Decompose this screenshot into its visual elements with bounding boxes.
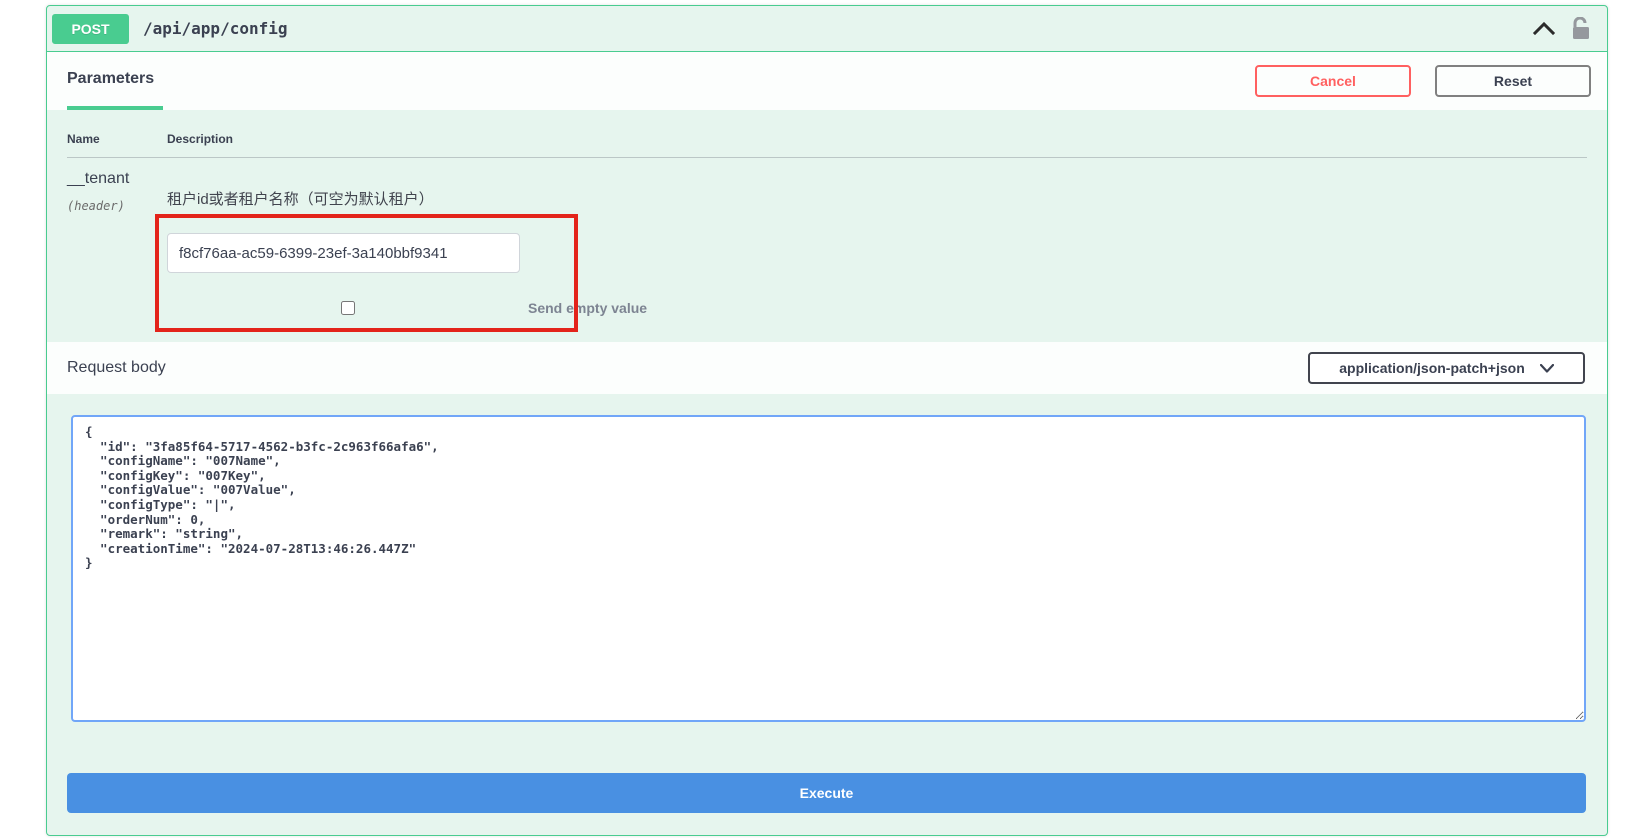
tab-parameters[interactable]: Parameters: [67, 52, 163, 110]
chevron-down-icon: [1540, 364, 1554, 373]
send-empty-value-label: Send empty value: [528, 300, 647, 316]
param-name: __tenant: [67, 170, 167, 188]
collapse-chevron-up-icon[interactable]: [1533, 22, 1555, 35]
request-body-title: Request body: [67, 359, 166, 377]
parameters-header: Parameters Cancel Reset: [47, 52, 1607, 110]
param-description: 租户id或者租户名称（可空为默认租户）: [167, 188, 1587, 209]
opblock-post-config: POST /api/app/config Parameter: [46, 5, 1608, 836]
content-type-select[interactable]: application/json-patch+json: [1308, 352, 1585, 384]
cancel-button[interactable]: Cancel: [1255, 65, 1411, 97]
tab-parameters-label: Parameters: [67, 70, 154, 88]
send-empty-value-checkbox[interactable]: [341, 301, 355, 315]
parameters-table-head: Name Description: [67, 132, 1587, 158]
table-row-tenant: __tenant (header) 租户id或者租户名称（可空为默认租户） Se…: [67, 158, 1587, 316]
endpoint-path: /api/app/config: [143, 19, 288, 38]
parameters-body: Name Description __tenant (header) 租户id或…: [47, 110, 1607, 342]
column-header-name: Name: [67, 132, 167, 146]
request-body-textarea[interactable]: { "id": "3fa85f64-5717-4562-b3fc-2c963f6…: [71, 415, 1586, 722]
execute-button[interactable]: Execute: [67, 773, 1586, 813]
request-body-header: Request body application/json-patch+json: [47, 342, 1607, 394]
column-header-description: Description: [167, 132, 1587, 146]
request-body-section: { "id": "3fa85f64-5717-4562-b3fc-2c963f6…: [47, 394, 1607, 813]
swagger-page: POST /api/app/config Parameter: [0, 0, 1650, 838]
http-method-badge: POST: [52, 14, 129, 44]
param-location: (header): [67, 199, 167, 213]
opblock-summary[interactable]: POST /api/app/config: [47, 6, 1607, 52]
reset-button[interactable]: Reset: [1435, 65, 1591, 97]
content-type-value: application/json-patch+json: [1339, 360, 1525, 376]
auth-lock-open-icon[interactable]: [1571, 17, 1591, 41]
tenant-value-input[interactable]: [167, 233, 520, 273]
